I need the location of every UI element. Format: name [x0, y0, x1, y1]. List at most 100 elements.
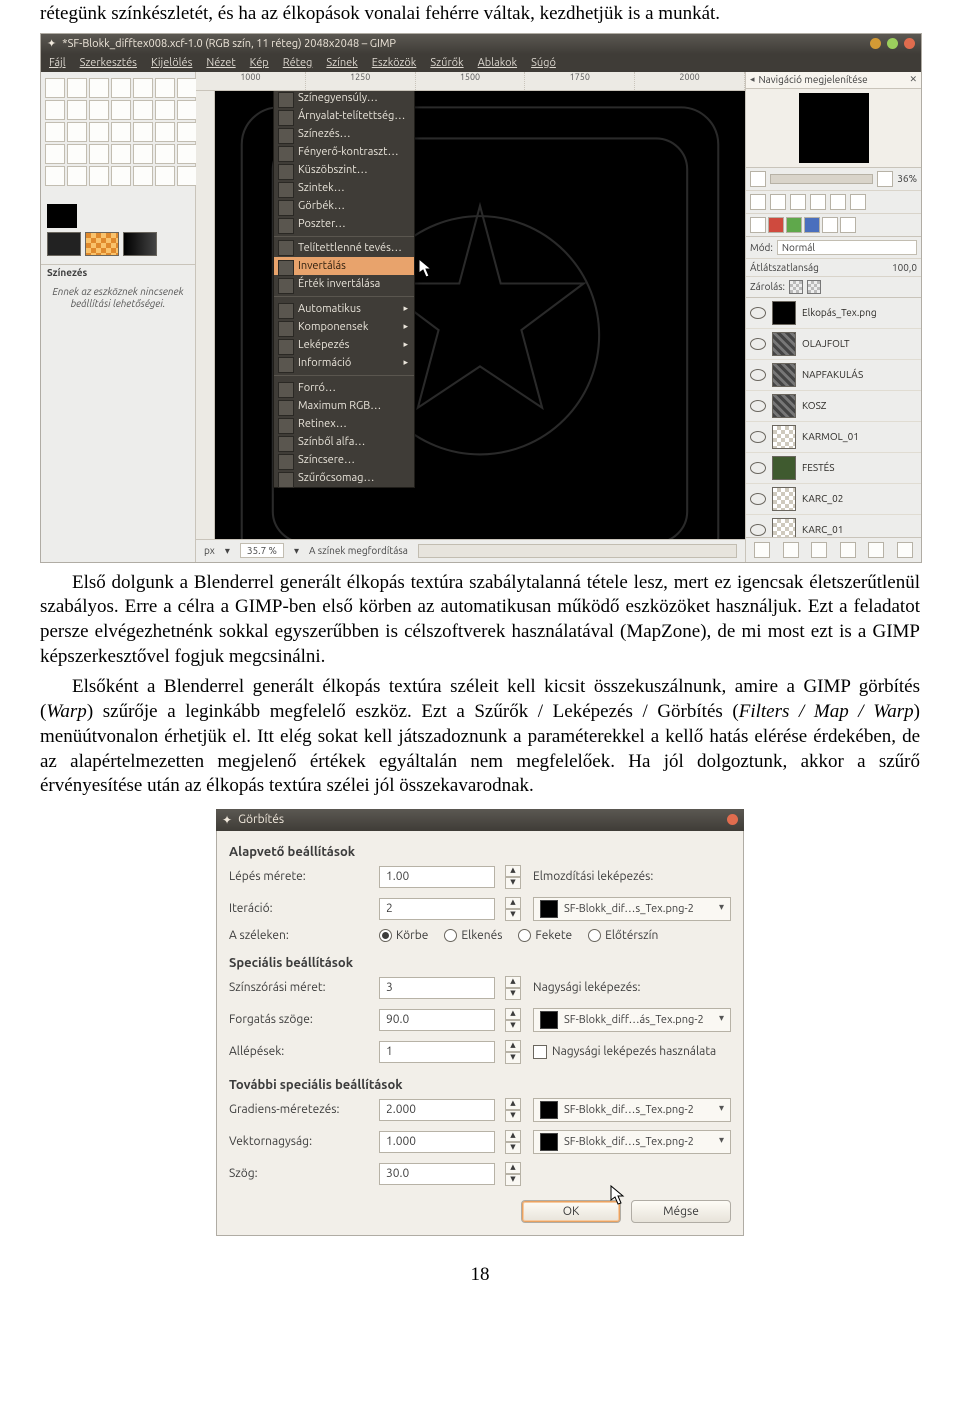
channels-blue-icon[interactable] — [804, 217, 820, 233]
cancel-button[interactable]: Mégse — [631, 1200, 731, 1223]
layer-row[interactable]: KARC_01 — [746, 515, 921, 538]
iter-spinner[interactable]: ▲▼ — [505, 897, 519, 921]
menu-help[interactable]: Súgó — [531, 57, 556, 69]
colors-menu-item[interactable]: Automatikus — [274, 300, 414, 318]
menu-view[interactable]: Nézet — [206, 57, 235, 69]
colors-menu-item[interactable]: Színből alfa… — [274, 433, 414, 451]
layers-tab-icon[interactable] — [750, 217, 766, 233]
tool-icon[interactable] — [177, 100, 197, 120]
colors-menu-item[interactable]: Szűrőcsomag… — [274, 469, 414, 487]
edge-radio-fekete[interactable]: Fekete — [518, 929, 572, 942]
collapse-icon[interactable]: ◂ — [750, 74, 755, 85]
layer-row[interactable]: KARMOL_01 — [746, 422, 921, 453]
menu-image[interactable]: Kép — [250, 57, 269, 69]
tool-icon[interactable] — [45, 166, 65, 186]
close-panel-icon[interactable]: ✕ — [909, 74, 917, 85]
colors-menu-item[interactable]: Telítettlenné tevés… — [274, 236, 414, 257]
rot-input[interactable]: 90.0 — [379, 1009, 495, 1031]
tool-icon[interactable] — [177, 144, 197, 164]
colors-menu-item[interactable]: Fényerő-kontraszt… — [274, 143, 414, 161]
delete-layer-icon[interactable] — [897, 542, 913, 558]
undo-tab-icon[interactable] — [840, 217, 856, 233]
edge-radio-eloterszin[interactable]: Előtérszín — [588, 929, 658, 942]
zoom-out-icon[interactable] — [750, 171, 766, 187]
sub-input[interactable]: 1 — [379, 1041, 495, 1063]
colors-menu-item[interactable]: Leképezés — [274, 336, 414, 354]
channels-green-icon[interactable] — [786, 217, 802, 233]
zoom-slider[interactable] — [770, 174, 873, 184]
channels-red-icon[interactable] — [768, 217, 784, 233]
edge-radio-korbe[interactable]: Körbe — [379, 929, 428, 942]
scatter-input[interactable]: 3 — [379, 977, 495, 999]
eye-icon[interactable] — [750, 400, 766, 412]
zoom-icon[interactable] — [750, 194, 766, 210]
lock-alpha-icon[interactable] — [807, 280, 821, 294]
tool-icon[interactable] — [67, 78, 87, 98]
tool-icon[interactable] — [111, 122, 131, 142]
menu-filters[interactable]: Szűrők — [430, 57, 463, 69]
tool-icon[interactable] — [111, 100, 131, 120]
layer-row[interactable]: Elkopás_Tex.png — [746, 298, 921, 329]
eye-icon[interactable] — [750, 431, 766, 443]
tool-icon[interactable] — [133, 100, 153, 120]
colors-menu-item[interactable]: Forró… — [274, 379, 414, 397]
menu-colors[interactable]: Színek — [326, 57, 357, 69]
new-layer-icon[interactable] — [754, 542, 770, 558]
grad-combo[interactable]: SF-Blokk_dif…s_Tex.png-2 — [533, 1098, 731, 1122]
colors-menu-item[interactable]: Poszter… — [274, 215, 414, 233]
eye-icon[interactable] — [750, 524, 766, 536]
menu-tools[interactable]: Eszközök — [372, 57, 417, 69]
sub-spinner[interactable]: ▲▼ — [505, 1040, 519, 1064]
tool-icon[interactable] — [155, 100, 175, 120]
image-canvas[interactable]: Színegyensúly…Árnyalat-telítettség…Színe… — [215, 91, 745, 539]
zoom-icon[interactable] — [790, 194, 806, 210]
opacity-value[interactable]: 100,0 — [892, 262, 917, 273]
mag-combo[interactable]: SF-Blokk_diff…ás_Tex.png-2 — [533, 1008, 731, 1032]
tool-icon[interactable] — [133, 144, 153, 164]
tool-icon[interactable] — [155, 144, 175, 164]
tool-icon[interactable] — [133, 78, 153, 98]
angle-input[interactable]: 30.0 — [379, 1163, 495, 1185]
tool-icon[interactable] — [89, 122, 109, 142]
ok-button[interactable]: OK — [521, 1200, 621, 1223]
tool-icon[interactable] — [89, 100, 109, 120]
menu-edit[interactable]: Szerkesztés — [80, 57, 137, 69]
colors-menu-item[interactable]: Információ — [274, 354, 414, 372]
window-close-icon[interactable] — [904, 38, 915, 49]
grad-input[interactable]: 2.000 — [379, 1099, 495, 1121]
colors-menu-item[interactable]: Árnyalat-telítettség… — [274, 107, 414, 125]
brush-swatch[interactable] — [47, 232, 81, 256]
eye-icon[interactable] — [750, 338, 766, 350]
colors-menu-item[interactable]: Küszöbszint… — [274, 161, 414, 179]
vec-spinner[interactable]: ▲▼ — [505, 1130, 519, 1154]
scatter-spinner[interactable]: ▲▼ — [505, 976, 519, 1000]
tool-icon[interactable] — [133, 122, 153, 142]
eye-icon[interactable] — [750, 369, 766, 381]
tool-icon[interactable] — [45, 144, 65, 164]
menu-select[interactable]: Kijelölés — [151, 57, 192, 69]
gradient-swatch[interactable] — [123, 232, 157, 256]
window-maximize-icon[interactable] — [887, 38, 898, 49]
tool-icon[interactable] — [45, 78, 65, 98]
layer-row[interactable]: OLAJFOLT — [746, 329, 921, 360]
colors-menu-item[interactable]: Invertálás — [274, 257, 414, 275]
tool-icon[interactable] — [45, 122, 65, 142]
tool-icon[interactable] — [89, 78, 109, 98]
vec-combo[interactable]: SF-Blokk_dif…s_Tex.png-2 — [533, 1130, 731, 1154]
fg-bg-swatch[interactable] — [41, 192, 195, 232]
tool-icon[interactable] — [67, 100, 87, 120]
eye-icon[interactable] — [750, 462, 766, 474]
tool-icon[interactable] — [155, 78, 175, 98]
colors-menu-item[interactable]: Retinex… — [274, 415, 414, 433]
layer-row[interactable]: KOSZ — [746, 391, 921, 422]
duplicate-layer-icon[interactable] — [840, 542, 856, 558]
grad-spinner[interactable]: ▲▼ — [505, 1098, 519, 1122]
colors-menu-item[interactable]: Színcsere… — [274, 451, 414, 469]
tool-icon[interactable] — [67, 166, 87, 186]
dialog-close-icon[interactable] — [727, 814, 738, 825]
eye-icon[interactable] — [750, 493, 766, 505]
tool-icon[interactable] — [67, 144, 87, 164]
zoom-icon[interactable] — [770, 194, 786, 210]
tool-icon[interactable] — [133, 166, 153, 186]
tool-icon[interactable] — [177, 122, 197, 142]
